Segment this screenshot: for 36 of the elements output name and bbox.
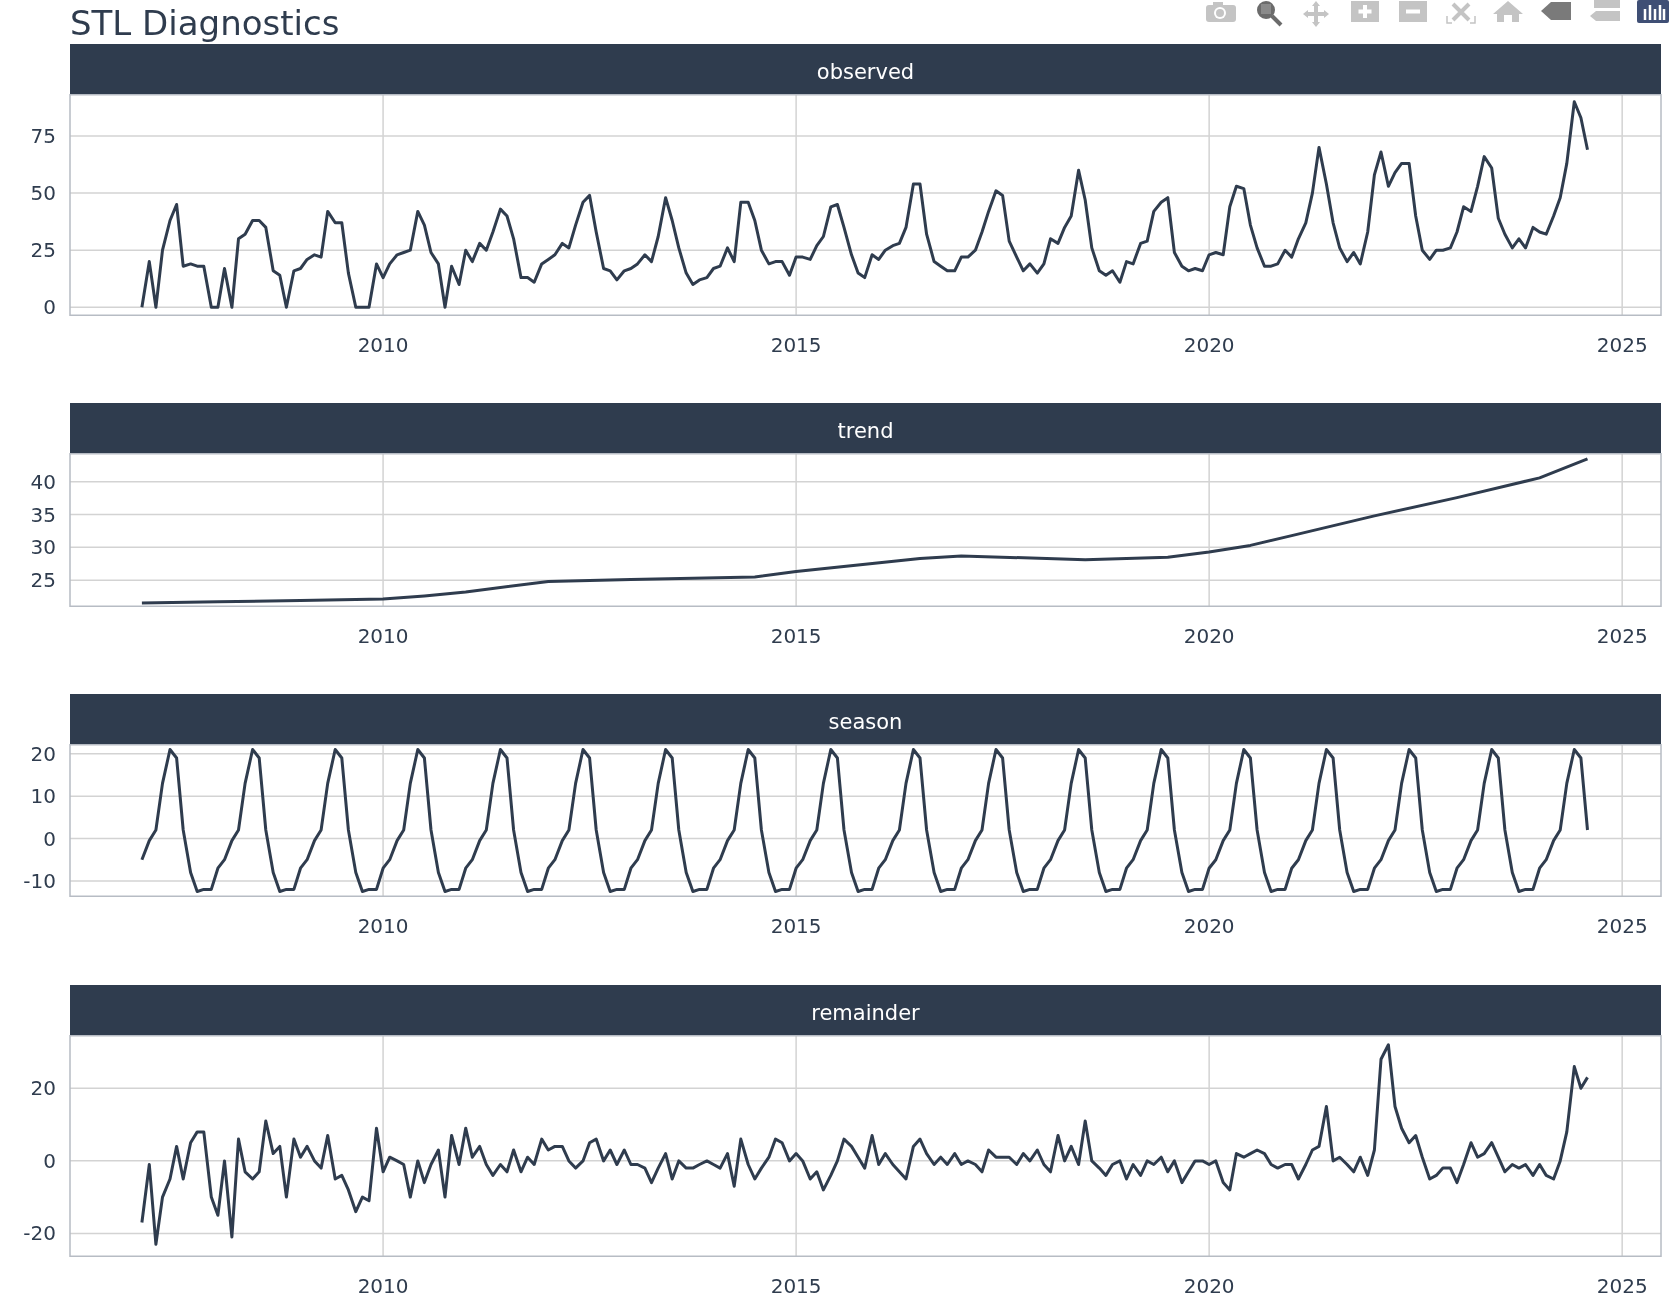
axis-tick-label: 50 [30,181,56,206]
axis-tick-label: 2025 [1596,333,1648,357]
axis-tick-label: 0 [43,1148,56,1173]
panel-title: observed [70,44,1661,94]
axis-tick-label: -20 [23,1221,56,1246]
axis-tick-label: 25 [30,238,56,263]
axis-tick-label: 2015 [770,333,822,357]
axis-tick-label: 2020 [1183,624,1235,648]
axis-tick-label: 2010 [357,914,409,938]
axis-tick-label: 10 [30,784,56,809]
axis-tick-label: 0 [43,295,56,320]
axis-tick-label: 25 [30,568,56,593]
panel-title: trend [70,403,1661,453]
axis-tick-label: 2010 [357,333,409,357]
axis-tick-label: 0 [43,826,56,851]
axis-tick-label: 20 [30,1076,56,1101]
panel-title: remainder [70,985,1661,1035]
axis-tick-label: 2015 [770,1274,822,1298]
axis-tick-label: 2020 [1183,333,1235,357]
axis-tick-label: 75 [30,124,56,148]
chart-title: STL Diagnostics [70,4,340,42]
axis-tick-label: 40 [30,469,56,494]
axis-tick-label: 2025 [1596,914,1648,938]
axis-tick-label: 20 [30,744,56,766]
axis-tick-label: 2010 [357,624,409,648]
axis-tick-label: 2025 [1596,624,1648,648]
panel-title: season [70,694,1661,744]
axis-tick-label: 2010 [357,1274,409,1298]
axis-tick-label: 2020 [1183,914,1235,938]
axis-tick-label: 2015 [770,624,822,648]
axis-tick-label: 2020 [1183,1274,1235,1298]
axis-tick-label: 2025 [1596,1274,1648,1298]
axis-tick-label: 2015 [770,914,822,938]
axis-tick-label: 35 [30,502,56,527]
axis-tick-label: 30 [30,535,56,560]
axis-tick-label: -10 [23,868,56,893]
